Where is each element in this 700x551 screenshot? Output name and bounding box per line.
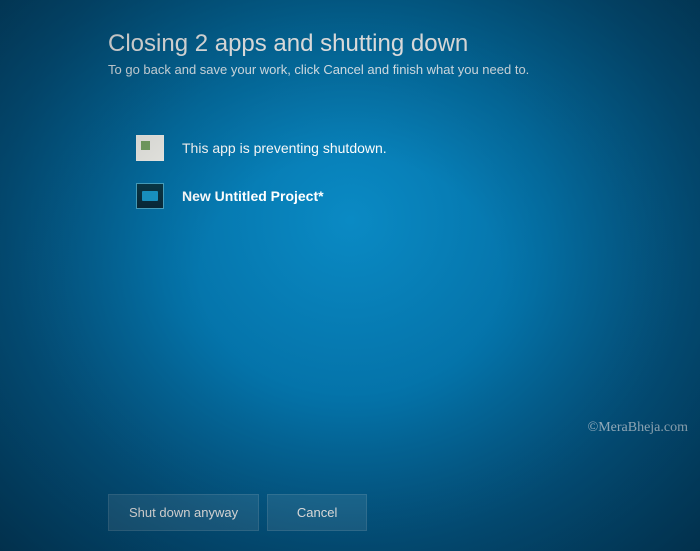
- shutdown-header: Closing 2 apps and shutting down To go b…: [0, 0, 700, 77]
- cancel-button[interactable]: Cancel: [267, 494, 367, 531]
- button-bar: Shut down anyway Cancel: [108, 494, 367, 531]
- page-subtitle: To go back and save your work, click Can…: [108, 62, 700, 77]
- shutdown-anyway-button[interactable]: Shut down anyway: [108, 494, 259, 531]
- blank-app-icon: [136, 135, 164, 161]
- app-message: This app is preventing shutdown.: [182, 140, 387, 156]
- app-message: New Untitled Project*: [182, 188, 324, 204]
- app-row: This app is preventing shutdown.: [136, 135, 700, 161]
- vignette-overlay: [0, 0, 700, 551]
- video-editor-icon: [136, 183, 164, 209]
- watermark-text: ©MeraBheja.com: [588, 420, 688, 436]
- blocking-apps-list: This app is preventing shutdown. New Unt…: [0, 135, 700, 209]
- app-row: New Untitled Project*: [136, 183, 700, 209]
- page-title: Closing 2 apps and shutting down: [108, 30, 700, 58]
